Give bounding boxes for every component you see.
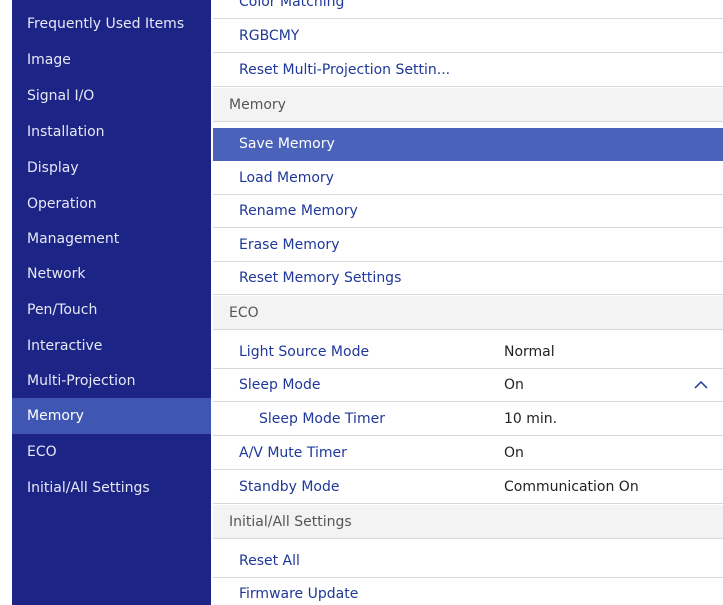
menu-item-rename-memory[interactable]: Rename Memory bbox=[213, 195, 723, 228]
setting-av-mute-timer[interactable]: A/V Mute Timer On bbox=[213, 437, 723, 470]
menu-item-label: Color Matching bbox=[239, 0, 345, 10]
setting-value: On bbox=[504, 445, 524, 461]
sidebar-item-pen-touch[interactable]: Pen/Touch bbox=[12, 292, 211, 328]
menu-item-firmware-update[interactable]: Firmware Update bbox=[213, 578, 723, 605]
menu-item-label: Reset Multi-Projection Settin... bbox=[239, 62, 451, 78]
setting-value: On bbox=[504, 377, 524, 393]
sidebar-item-eco[interactable]: ECO bbox=[12, 434, 211, 470]
sidebar-item-display[interactable]: Display bbox=[12, 150, 211, 186]
setting-label: Standby Mode bbox=[239, 479, 340, 495]
menu-item-label: Rename Memory bbox=[239, 203, 358, 219]
menu-item-load-memory[interactable]: Load Memory bbox=[213, 162, 723, 195]
setting-label: Sleep Mode bbox=[239, 377, 321, 393]
sidebar-item-frequently-used[interactable]: Frequently Used Items bbox=[12, 6, 211, 42]
menu-item-label: Reset Memory Settings bbox=[239, 270, 402, 286]
menu-item-label: RGBCMY bbox=[239, 28, 300, 44]
section-title: Initial/All Settings bbox=[229, 514, 352, 530]
menu-item-erase-memory[interactable]: Erase Memory bbox=[213, 229, 723, 262]
section-title: Memory bbox=[229, 97, 286, 113]
setting-standby-mode[interactable]: Standby Mode Communication On bbox=[213, 471, 723, 504]
sidebar: Frequently Used Items Image Signal I/O I… bbox=[12, 0, 211, 605]
section-header-memory: Memory bbox=[213, 88, 723, 122]
settings-panel: Color Matching RGBCMY Reset Multi-Projec… bbox=[211, 0, 723, 605]
left-margin bbox=[0, 0, 12, 605]
sidebar-item-interactive[interactable]: Interactive bbox=[12, 328, 211, 364]
menu-item-reset-all[interactable]: Reset All bbox=[213, 545, 723, 578]
menu-item-label: Firmware Update bbox=[239, 586, 359, 602]
sidebar-item-operation[interactable]: Operation bbox=[12, 186, 211, 222]
sidebar-item-network[interactable]: Network bbox=[12, 256, 211, 292]
menu-item-label: Save Memory bbox=[239, 136, 335, 152]
menu-item-color-matching[interactable]: Color Matching bbox=[213, 0, 723, 19]
menu-item-rgbcmy[interactable]: RGBCMY bbox=[213, 20, 723, 53]
setting-label: Sleep Mode Timer bbox=[259, 411, 385, 427]
menu-item-label: Reset All bbox=[239, 553, 300, 569]
projector-menu: Frequently Used Items Image Signal I/O I… bbox=[0, 0, 723, 605]
section-header-eco: ECO bbox=[213, 296, 723, 330]
menu-item-label: Erase Memory bbox=[239, 237, 340, 253]
sidebar-item-installation[interactable]: Installation bbox=[12, 114, 211, 150]
sidebar-item-image[interactable]: Image bbox=[12, 42, 211, 78]
menu-item-reset-memory-settings[interactable]: Reset Memory Settings bbox=[213, 262, 723, 295]
menu-item-reset-multi-projection[interactable]: Reset Multi-Projection Settin... bbox=[213, 54, 723, 87]
setting-label: A/V Mute Timer bbox=[239, 445, 347, 461]
sidebar-item-management[interactable]: Management bbox=[12, 221, 211, 257]
setting-value: 10 min. bbox=[504, 411, 558, 427]
section-header-initial-all-settings: Initial/All Settings bbox=[213, 505, 723, 539]
section-title: ECO bbox=[229, 305, 259, 321]
setting-value: Communication On bbox=[504, 479, 639, 495]
sidebar-item-memory[interactable]: Memory bbox=[12, 398, 211, 434]
setting-label: Light Source Mode bbox=[239, 344, 370, 360]
sidebar-item-initial-all-settings[interactable]: Initial/All Settings bbox=[12, 470, 211, 506]
chevron-up-icon[interactable] bbox=[693, 369, 709, 402]
setting-light-source-mode[interactable]: Light Source Mode Normal bbox=[213, 336, 723, 369]
menu-item-save-memory[interactable]: Save Memory bbox=[213, 128, 723, 161]
setting-sleep-mode[interactable]: Sleep Mode On bbox=[213, 369, 723, 402]
setting-value: Normal bbox=[504, 344, 555, 360]
sidebar-item-multi-projection[interactable]: Multi-Projection bbox=[12, 363, 211, 399]
menu-item-label: Load Memory bbox=[239, 170, 334, 186]
setting-sleep-mode-timer[interactable]: Sleep Mode Timer 10 min. bbox=[213, 403, 723, 436]
sidebar-item-signal-io[interactable]: Signal I/O bbox=[12, 78, 211, 114]
